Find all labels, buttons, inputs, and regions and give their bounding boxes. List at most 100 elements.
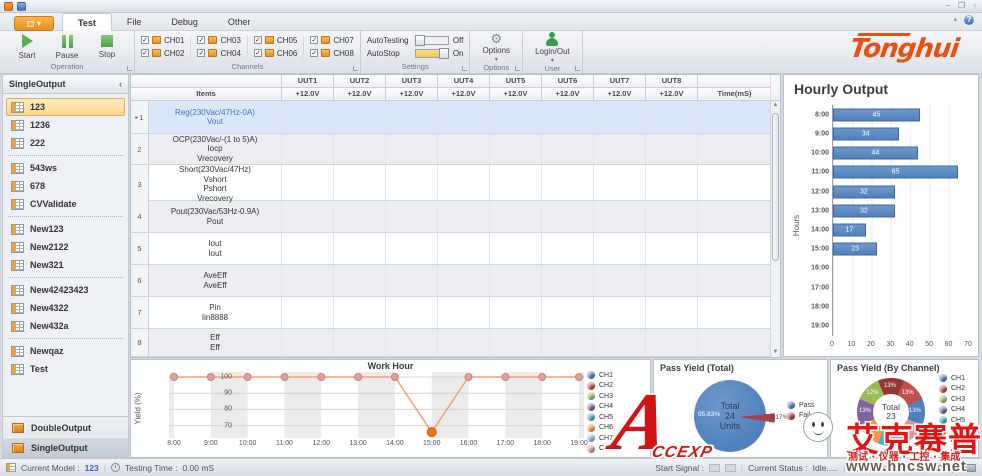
sidebar-item-new123[interactable]: New123 xyxy=(6,220,125,238)
result-cell[interactable] xyxy=(542,265,594,296)
result-cell[interactable] xyxy=(542,329,594,356)
channel-checkbox-ch08[interactable]: ✓CH08 xyxy=(310,49,353,58)
result-cell[interactable] xyxy=(646,329,698,356)
time-cell[interactable] xyxy=(698,329,772,356)
channel-checkbox-ch01[interactable]: ✓CH01 xyxy=(141,36,184,45)
app-menu-button[interactable]: ▾ xyxy=(14,16,54,31)
login-out-button[interactable]: Login/Out ▾ xyxy=(529,32,576,64)
result-cell[interactable] xyxy=(594,297,646,328)
result-cell[interactable] xyxy=(594,165,646,203)
result-cell[interactable] xyxy=(438,265,490,296)
result-cell[interactable] xyxy=(542,297,594,328)
channel-checkbox-ch05[interactable]: ✓CH05 xyxy=(254,36,297,45)
result-cell[interactable] xyxy=(386,165,438,203)
time-cell[interactable] xyxy=(698,297,772,328)
result-cell[interactable] xyxy=(490,165,542,203)
collapse-ribbon-icon[interactable]: ▴ xyxy=(953,15,957,25)
autostop-toggle[interactable] xyxy=(415,49,449,58)
stop-button[interactable]: Stop xyxy=(90,35,124,59)
checkbox-icon[interactable]: ✓ xyxy=(310,36,318,44)
minimize-icon[interactable]: − xyxy=(945,1,950,11)
table-row-6[interactable]: 6AveEffAveEff xyxy=(131,265,772,297)
checkbox-icon[interactable]: ✓ xyxy=(310,49,318,57)
test-item-cell[interactable]: AveEffAveEff xyxy=(149,265,282,296)
sidebar-item-new432a[interactable]: New432a xyxy=(6,317,125,335)
sidebar-mode-singleoutput[interactable]: SingleOutput xyxy=(3,437,128,457)
toggle-knob[interactable] xyxy=(439,48,449,59)
scrollbar-thumb[interactable] xyxy=(772,113,779,261)
result-cell[interactable] xyxy=(594,201,646,232)
dialog-launcher-icon[interactable] xyxy=(127,66,132,71)
sidebar-item-newqaz[interactable]: Newqaz xyxy=(6,342,125,360)
checkbox-icon[interactable]: ✓ xyxy=(254,36,262,44)
sidebar-item-new2122[interactable]: New2122 xyxy=(6,238,125,256)
result-cell[interactable] xyxy=(334,201,386,232)
dialog-launcher-icon[interactable] xyxy=(575,66,580,71)
result-cell[interactable] xyxy=(490,101,542,133)
result-cell[interactable] xyxy=(438,134,490,164)
result-cell[interactable] xyxy=(646,265,698,296)
checkbox-icon[interactable]: ✓ xyxy=(141,36,149,44)
sidebar-item-new42423423[interactable]: New42423423 xyxy=(6,281,125,299)
channel-checkbox-ch04[interactable]: ✓CH04 xyxy=(197,49,240,58)
table-row-8[interactable]: 8EffEff xyxy=(131,329,772,357)
checkbox-icon[interactable]: ✓ xyxy=(197,49,205,57)
result-cell[interactable] xyxy=(386,134,438,164)
result-cell[interactable] xyxy=(542,201,594,232)
result-cell[interactable] xyxy=(438,165,490,203)
result-cell[interactable] xyxy=(646,165,698,203)
result-cell[interactable] xyxy=(438,329,490,356)
result-cell[interactable] xyxy=(282,101,334,133)
result-cell[interactable] xyxy=(282,233,334,264)
test-item-cell[interactable]: IoutIout xyxy=(149,233,282,264)
result-cell[interactable] xyxy=(490,265,542,296)
result-cell[interactable] xyxy=(282,297,334,328)
result-cell[interactable] xyxy=(542,101,594,133)
start-button[interactable]: Start xyxy=(10,34,44,60)
time-cell[interactable] xyxy=(698,233,772,264)
restore-icon[interactable]: ❐ xyxy=(958,1,965,11)
result-cell[interactable] xyxy=(334,297,386,328)
scroll-up-icon[interactable]: ▲ xyxy=(771,101,780,110)
result-cell[interactable] xyxy=(542,233,594,264)
dialog-launcher-icon[interactable] xyxy=(353,66,358,71)
table-row-1[interactable]: ▸1Reg(230Vac/47Hz-0A)Vout xyxy=(131,101,772,134)
channel-checkbox-ch03[interactable]: ✓CH03 xyxy=(197,36,240,45)
tab-file[interactable]: File xyxy=(112,13,157,31)
result-cell[interactable] xyxy=(646,134,698,164)
table-row-2[interactable]: 2OCP(230Vac/-(1 to 5)A)IocpVrecovery xyxy=(131,134,772,165)
result-cell[interactable] xyxy=(438,101,490,133)
result-cell[interactable] xyxy=(334,134,386,164)
checkbox-icon[interactable]: ✓ xyxy=(141,49,149,57)
result-cell[interactable] xyxy=(438,297,490,328)
result-cell[interactable] xyxy=(594,233,646,264)
tab-test[interactable]: Test xyxy=(62,13,112,31)
table-row-3[interactable]: 3Short(230Vac/47Hz)VshortPshortVrecovery xyxy=(131,165,772,201)
sidebar-item-cvvalidate[interactable]: CVValidate xyxy=(6,195,125,213)
result-cell[interactable] xyxy=(542,134,594,164)
result-cell[interactable] xyxy=(334,233,386,264)
result-cell[interactable] xyxy=(490,134,542,164)
time-cell[interactable] xyxy=(698,101,772,133)
result-cell[interactable] xyxy=(490,297,542,328)
result-cell[interactable] xyxy=(386,101,438,133)
options-button[interactable]: ⚙ Options ▾ xyxy=(476,32,516,63)
result-cell[interactable] xyxy=(282,265,334,296)
result-cell[interactable] xyxy=(386,265,438,296)
result-cell[interactable] xyxy=(646,297,698,328)
app-logo-icon[interactable] xyxy=(4,2,13,11)
table-row-5[interactable]: 5IoutIout xyxy=(131,233,772,265)
test-item-cell[interactable]: PinIin8888 xyxy=(149,297,282,328)
result-cell[interactable] xyxy=(386,297,438,328)
time-cell[interactable] xyxy=(698,201,772,232)
test-item-cell[interactable]: Reg(230Vac/47Hz-0A)Vout xyxy=(149,101,282,133)
test-item-cell[interactable]: Pout(230Vac/53Hz-0.9A)Pout xyxy=(149,201,282,232)
result-cell[interactable] xyxy=(386,329,438,356)
result-cell[interactable] xyxy=(594,329,646,356)
sidebar-item-123[interactable]: 123 xyxy=(6,98,125,116)
toggle-knob[interactable] xyxy=(415,35,425,46)
result-cell[interactable] xyxy=(646,233,698,264)
time-cell[interactable] xyxy=(698,165,772,203)
time-cell[interactable] xyxy=(698,134,772,164)
sidebar-item-new4322[interactable]: New4322 xyxy=(6,299,125,317)
